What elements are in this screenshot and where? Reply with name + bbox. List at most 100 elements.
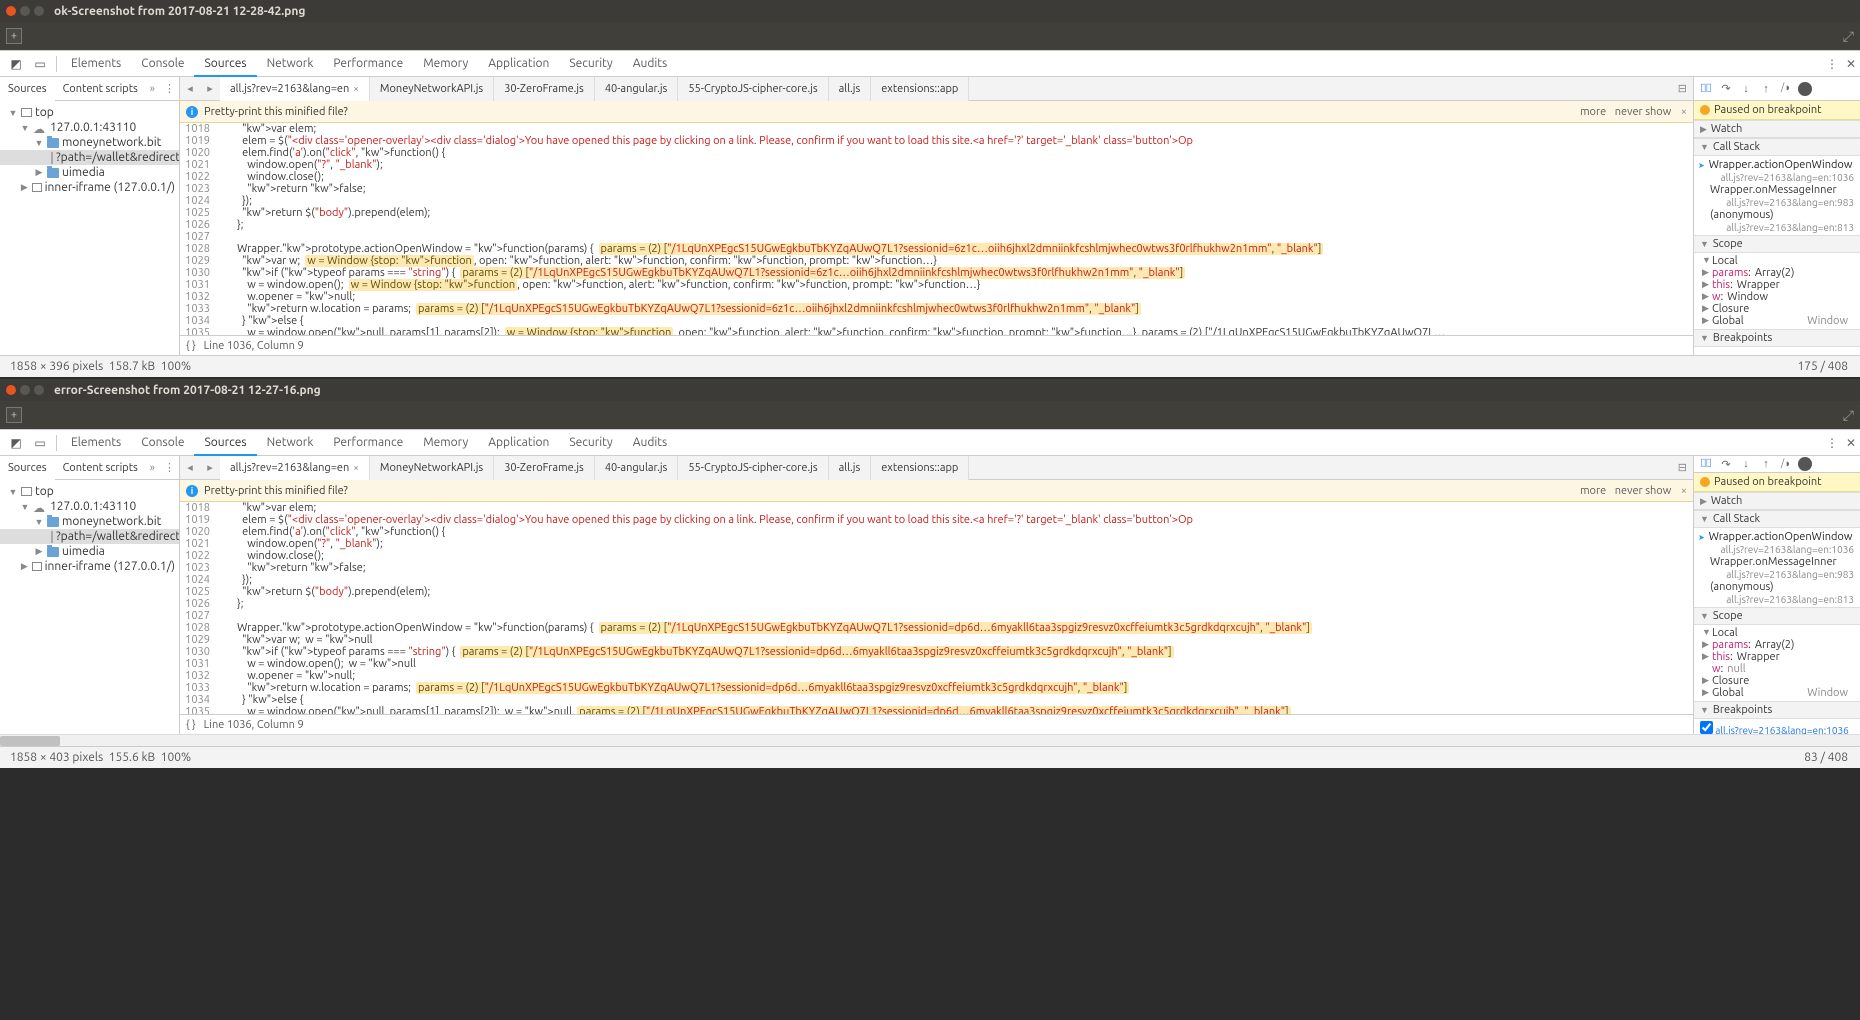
infobar-more-link[interactable]: more [1580, 106, 1606, 118]
section-watch[interactable]: ▶Watch [1694, 120, 1860, 138]
tree-top[interactable]: ▼top [0, 105, 179, 120]
step-into-icon[interactable]: ↓ [1738, 81, 1754, 97]
stack-frame[interactable]: (anonymous) [1694, 580, 1860, 594]
file-tab-mnapi[interactable]: MoneyNetworkAPI.js [370, 456, 494, 480]
section-callstack[interactable]: ▼Call Stack [1694, 510, 1860, 528]
tree-folder-uimedia[interactable]: ▶uimedia [0, 544, 179, 559]
stack-frame[interactable]: Wrapper.onMessageInner [1694, 555, 1860, 569]
file-tab-alljs2[interactable]: all.js [829, 456, 872, 480]
close-tab-icon[interactable]: × [353, 456, 359, 480]
tree-file-wallet[interactable]: ?path=/wallet&redirect=/wa [0, 150, 179, 165]
close-icon[interactable] [6, 385, 16, 395]
history-back-icon[interactable]: ◂ [180, 82, 200, 95]
scope-var[interactable]: ▶w:Window [1694, 291, 1860, 303]
tab-performance[interactable]: Performance [323, 430, 413, 456]
tab-elements[interactable]: Elements [61, 51, 131, 77]
tree-inner-iframe[interactable]: ▶inner-iframe (127.0.0.1/) [0, 559, 179, 574]
tree-folder-moneynetwork[interactable]: ▼moneynetwork.bit [0, 135, 179, 150]
file-tab-cryptojs[interactable]: 55-CryptoJS-cipher-core.js [678, 77, 828, 101]
file-tab-cryptojs[interactable]: 55-CryptoJS-cipher-core.js [678, 456, 828, 480]
tab-audits[interactable]: Audits [623, 430, 678, 456]
nav-menu-icon[interactable]: ⋮ [160, 82, 179, 95]
device-toggle-icon[interactable]: ▭ [32, 435, 48, 451]
section-scope[interactable]: ▼Scope [1694, 607, 1860, 625]
step-out-icon[interactable]: ↑ [1758, 81, 1774, 97]
history-back-icon[interactable]: ◂ [180, 461, 200, 474]
step-over-icon[interactable]: ↷ [1718, 81, 1734, 97]
infobar-more-link[interactable]: more [1580, 485, 1606, 497]
tab-performance[interactable]: Performance [323, 51, 413, 77]
code-editor[interactable]: 1018 "kw">var elem;1019 elem = $("<div c… [180, 502, 1693, 714]
close-tab-icon[interactable]: × [353, 77, 359, 101]
deactivate-bp-icon[interactable]: ⧸◗ [1778, 81, 1794, 97]
close-icon[interactable] [6, 6, 16, 16]
file-tab-mnapi[interactable]: MoneyNetworkAPI.js [370, 77, 494, 101]
stack-frame[interactable]: Wrapper.onMessageInner [1694, 183, 1860, 197]
history-fwd-icon[interactable]: ▸ [200, 82, 220, 95]
step-over-icon[interactable]: ↷ [1718, 456, 1734, 472]
tab-elements[interactable]: Elements [61, 430, 131, 456]
scope-var[interactable]: ▶this:Wrapper [1694, 279, 1860, 291]
tree-inner-iframe[interactable]: ▶inner-iframe (127.0.0.1/) [0, 180, 179, 195]
toggle-breakpoints-icon[interactable]: ⊟ [1678, 461, 1687, 474]
tree-file-wallet[interactable]: ?path=/wallet&redirect=/wa [0, 529, 179, 544]
scope-var[interactable]: ▶this:Wrapper [1694, 651, 1860, 663]
section-scope[interactable]: ▼Scope [1694, 235, 1860, 253]
resume-icon[interactable]: ▶⃓ [1698, 456, 1714, 472]
tab-network[interactable]: Network [257, 430, 324, 456]
tree-folder-uimedia[interactable]: ▶uimedia [0, 165, 179, 180]
infobar-close-icon[interactable]: × [1681, 485, 1687, 497]
code-editor[interactable]: 1018 "kw">var elem;1019 elem = $("<div c… [180, 123, 1693, 335]
tab-audits[interactable]: Audits [623, 51, 678, 77]
nav-tab-sources[interactable]: Sources [0, 456, 55, 480]
more-icon[interactable]: ⋮ [1826, 57, 1838, 71]
close-devtools-icon[interactable]: ✕ [1846, 57, 1856, 71]
more-icon[interactable]: ⋮ [1826, 436, 1838, 450]
file-tab-zeroframe[interactable]: 30-ZeroFrame.js [494, 77, 595, 101]
file-tab-angular[interactable]: 40-angular.js [595, 456, 679, 480]
file-tab-ext[interactable]: extensions::app [871, 456, 969, 480]
tree-folder-moneynetwork[interactable]: ▼moneynetwork.bit [0, 514, 179, 529]
section-callstack[interactable]: ▼Call Stack [1694, 138, 1860, 156]
file-tab-alljs2[interactable]: all.js [829, 77, 872, 101]
nav-menu-icon[interactable]: ⋮ [160, 461, 179, 474]
minimize-icon[interactable] [20, 6, 30, 16]
nav-more-icon[interactable]: » [146, 462, 159, 474]
deactivate-bp-icon[interactable]: ⧸◗ [1778, 456, 1794, 472]
tab-sources[interactable]: Sources [194, 51, 256, 77]
scope-var[interactable]: ▶params:Array(2) [1694, 639, 1860, 651]
add-tab-button[interactable]: + [6, 28, 22, 44]
nav-tab-sources[interactable]: Sources [0, 77, 55, 101]
bp-checkbox[interactable] [1700, 721, 1713, 734]
nav-tab-content-scripts[interactable]: Content scripts [55, 456, 146, 480]
tree-origin[interactable]: ▼☁127.0.0.1:43110 [0, 120, 179, 135]
tab-memory[interactable]: Memory [413, 430, 478, 456]
tab-application[interactable]: Application [478, 51, 559, 77]
tab-sources[interactable]: Sources [194, 430, 256, 456]
file-tab-angular[interactable]: 40-angular.js [595, 77, 679, 101]
pretty-print-icon[interactable]: { } [186, 719, 196, 731]
file-tab-alljs[interactable]: all.js?rev=2163&lang=en× [220, 456, 370, 480]
step-out-icon[interactable]: ↑ [1758, 456, 1774, 472]
stack-frame[interactable]: Wrapper.actionOpenWindow [1694, 158, 1860, 172]
tree-top[interactable]: ▼top [0, 484, 179, 499]
add-tab-button[interactable]: + [6, 407, 22, 423]
tab-security[interactable]: Security [559, 51, 622, 77]
pause-on-exceptions-icon[interactable] [1798, 82, 1812, 96]
minimize-icon[interactable] [20, 385, 30, 395]
file-tab-zeroframe[interactable]: 30-ZeroFrame.js [494, 456, 595, 480]
tree-origin[interactable]: ▼☁127.0.0.1:43110 [0, 499, 179, 514]
infobar-never-link[interactable]: never show [1615, 106, 1671, 118]
infobar-close-icon[interactable]: × [1681, 106, 1687, 118]
horizontal-scrollbar[interactable] [0, 734, 1860, 746]
tab-memory[interactable]: Memory [413, 51, 478, 77]
file-tab-alljs[interactable]: all.js?rev=2163&lang=en× [220, 77, 370, 101]
nav-more-icon[interactable]: » [146, 83, 159, 95]
tab-network[interactable]: Network [257, 51, 324, 77]
resume-icon[interactable]: ▶⃓ [1698, 81, 1714, 97]
section-breakpoints[interactable]: ▼Breakpoints [1694, 329, 1860, 347]
section-breakpoints[interactable]: ▼Breakpoints [1694, 701, 1860, 719]
fullscreen-icon[interactable]: ⤢ [1843, 28, 1854, 45]
history-fwd-icon[interactable]: ▸ [200, 461, 220, 474]
tab-application[interactable]: Application [478, 430, 559, 456]
